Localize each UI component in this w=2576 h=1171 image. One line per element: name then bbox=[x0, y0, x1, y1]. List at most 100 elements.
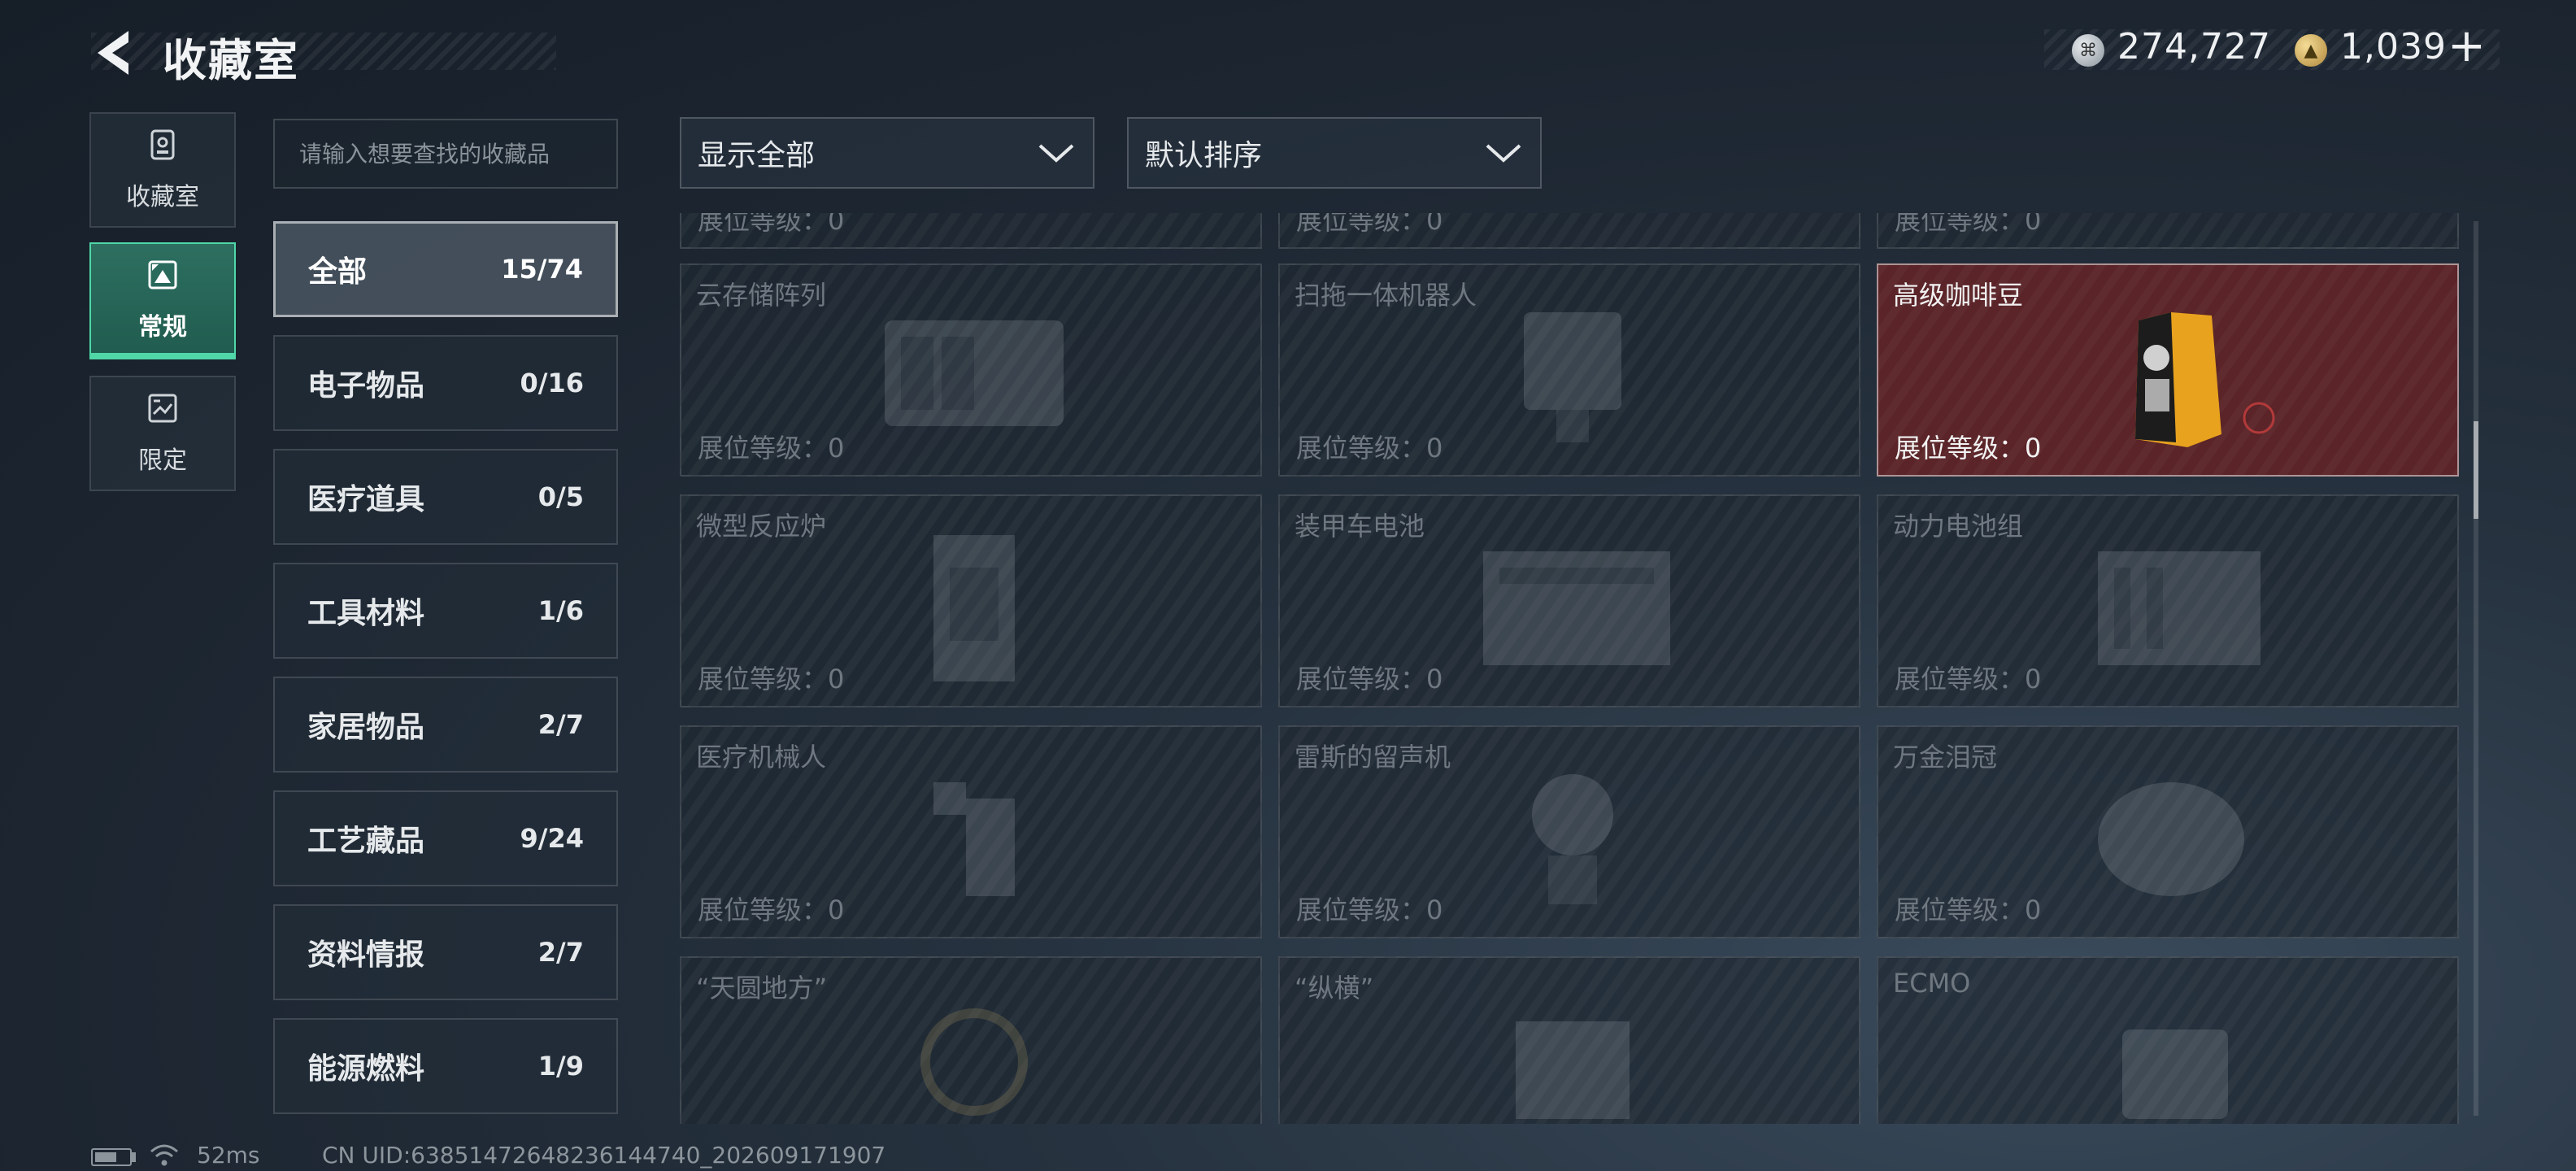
nav-label: 常规 bbox=[138, 313, 187, 342]
collection-item-card[interactable]: 动力电池组 展位等级：0 bbox=[1877, 494, 2459, 707]
crown-icon bbox=[2098, 782, 2244, 896]
grid-scrollbar-thumb[interactable] bbox=[2474, 421, 2478, 519]
item-name: ECMO bbox=[1893, 968, 1971, 999]
collection-item-card[interactable]: 扫拖一体机器人 展位等级：0 bbox=[1278, 263, 1860, 477]
collection-item-card[interactable]: 微型反应炉 展位等级：0 bbox=[680, 494, 1262, 707]
gold-currency-value: 1,039 bbox=[2340, 26, 2447, 67]
item-name: 万金泪冠 bbox=[1893, 742, 1998, 773]
collection-item-card[interactable]: 展位等级：0 bbox=[1278, 213, 1860, 249]
nav-label: 收藏室 bbox=[126, 183, 199, 211]
grid-scrollbar-track bbox=[2474, 221, 2478, 1116]
item-name: 装甲车电池 bbox=[1295, 511, 1425, 542]
nav-active-indicator bbox=[89, 353, 236, 359]
category-crafts[interactable]: 工艺藏品 9/24 bbox=[273, 790, 618, 886]
collection-item-card[interactable]: 展位等级：0 bbox=[680, 213, 1262, 249]
item-level: 展位等级：0 bbox=[698, 664, 845, 694]
category-count: 0/5 bbox=[537, 481, 584, 512]
item-name: 扫拖一体机器人 bbox=[1295, 280, 1477, 311]
category-count: 2/7 bbox=[537, 709, 584, 740]
item-level: 展位等级：0 bbox=[698, 433, 845, 464]
add-currency-button[interactable]: + bbox=[2448, 20, 2486, 72]
nav-limited[interactable]: 限定 bbox=[89, 376, 236, 491]
chevron-down-icon bbox=[1038, 144, 1074, 163]
item-level: 展位等级：0 bbox=[1296, 433, 1443, 464]
back-button[interactable] bbox=[89, 26, 138, 80]
collection-item-card[interactable]: 万金泪冠 展位等级：0 bbox=[1877, 725, 2459, 938]
dropdown-value: 默认排序 bbox=[1145, 139, 1263, 172]
collection-item-card[interactable]: “纵横” bbox=[1278, 956, 1860, 1124]
medical-robot-icon bbox=[933, 782, 1015, 896]
item-level: 展位等级：0 bbox=[1895, 213, 2042, 236]
item-name: “纵横” bbox=[1295, 973, 1374, 1003]
silver-coin-icon: ⌘ bbox=[2072, 34, 2104, 67]
item-name: 高级咖啡豆 bbox=[1893, 280, 2024, 311]
category-count: 2/7 bbox=[537, 937, 584, 968]
back-arrow-icon bbox=[98, 31, 128, 75]
sort-dropdown[interactable]: 默认排序 bbox=[1127, 117, 1542, 189]
wifi-icon bbox=[150, 1144, 178, 1166]
item-level: 展位等级：0 bbox=[1895, 664, 2042, 694]
item-level: 展位等级：0 bbox=[1895, 895, 2042, 925]
collection-room-icon bbox=[150, 129, 175, 160]
battery-icon bbox=[91, 1148, 132, 1166]
battery-tip bbox=[132, 1152, 136, 1162]
chevron-down-icon bbox=[1486, 144, 1521, 163]
item-name: 动力电池组 bbox=[1893, 511, 2024, 542]
uid-label: CN UID:638514726482361447​40_20260917190… bbox=[322, 1142, 886, 1169]
chessboard-icon bbox=[1516, 1021, 1630, 1119]
server-array-icon bbox=[885, 320, 1064, 426]
category-count: 9/24 bbox=[520, 823, 584, 854]
dropdown-value: 显示全部 bbox=[698, 139, 816, 172]
category-household[interactable]: 家居物品 2/7 bbox=[273, 677, 618, 773]
category-count: 0/16 bbox=[520, 368, 584, 398]
limited-icon bbox=[148, 394, 177, 423]
item-name: 医疗机械人 bbox=[696, 742, 827, 773]
collection-item-card[interactable]: “天圆地方” bbox=[680, 956, 1262, 1124]
category-label: 能源燃料 bbox=[307, 1052, 425, 1086]
category-electronics[interactable]: 电子物品 0/16 bbox=[273, 335, 618, 431]
display-filter-dropdown[interactable]: 显示全部 bbox=[680, 117, 1094, 189]
collection-item-card[interactable]: 雷斯的留声机 展位等级：0 bbox=[1278, 725, 1860, 938]
category-label: 医疗道具 bbox=[307, 483, 425, 516]
item-level: 展位等级：0 bbox=[698, 213, 845, 236]
gramophone-icon bbox=[1532, 774, 1613, 904]
category-tools[interactable]: 工具材料 1/6 bbox=[273, 563, 618, 659]
collection-item-card[interactable]: 医疗机械人 展位等级：0 bbox=[680, 725, 1262, 938]
nav-collection-room[interactable]: 收藏室 bbox=[89, 112, 236, 228]
item-name: 云存储阵列 bbox=[696, 280, 827, 311]
category-count: 1/9 bbox=[537, 1051, 584, 1082]
category-all[interactable]: 全部 15/74 bbox=[273, 221, 618, 317]
collection-item-card[interactable]: 云存储阵列 展位等级：0 bbox=[680, 263, 1262, 477]
category-label: 工具材料 bbox=[307, 597, 425, 630]
nav-label: 限定 bbox=[138, 446, 187, 475]
category-count: 1/6 bbox=[537, 595, 584, 626]
category-medical[interactable]: 医疗道具 0/5 bbox=[273, 449, 618, 545]
page-title: 收藏室 bbox=[163, 35, 299, 86]
category-label: 全部 bbox=[308, 255, 368, 289]
silver-currency-value: 274,727 bbox=[2117, 26, 2271, 67]
category-label: 电子物品 bbox=[307, 369, 425, 403]
gold-coin-icon: ▲ bbox=[2295, 34, 2327, 67]
ecmo-machine-icon bbox=[2122, 1030, 2228, 1119]
collection-item-card[interactable]: 高级咖啡豆 展位等级：0 bbox=[1877, 263, 2459, 477]
category-energy[interactable]: 能源燃料 1/9 bbox=[273, 1018, 618, 1114]
collection-item-card[interactable]: ECMO bbox=[1877, 956, 2459, 1124]
item-level: 展位等级：0 bbox=[1296, 895, 1443, 925]
collection-item-card[interactable]: 装甲车电池 展位等级：0 bbox=[1278, 494, 1860, 707]
category-label: 资料情报 bbox=[307, 938, 425, 972]
coffee-bean-bag-icon bbox=[2135, 312, 2275, 447]
search-input[interactable] bbox=[273, 119, 618, 189]
robot-vacuum-icon bbox=[1524, 312, 1621, 442]
nav-regular[interactable]: 常规 bbox=[89, 242, 236, 358]
item-level: 展位等级：0 bbox=[1895, 433, 2042, 464]
astrolabe-icon bbox=[920, 1008, 1028, 1116]
collection-item-card[interactable]: 展位等级：0 bbox=[1877, 213, 2459, 249]
category-intel[interactable]: 资料情报 2/7 bbox=[273, 904, 618, 1000]
item-level: 展位等级：0 bbox=[1296, 213, 1443, 236]
header-stripe bbox=[91, 33, 556, 70]
item-name: 微型反应炉 bbox=[696, 511, 827, 542]
ping-indicator: 52ms bbox=[197, 1142, 260, 1169]
category-label: 工艺藏品 bbox=[307, 825, 425, 858]
armored-vehicle-battery-icon bbox=[1483, 551, 1670, 665]
category-count: 15/74 bbox=[501, 254, 583, 285]
